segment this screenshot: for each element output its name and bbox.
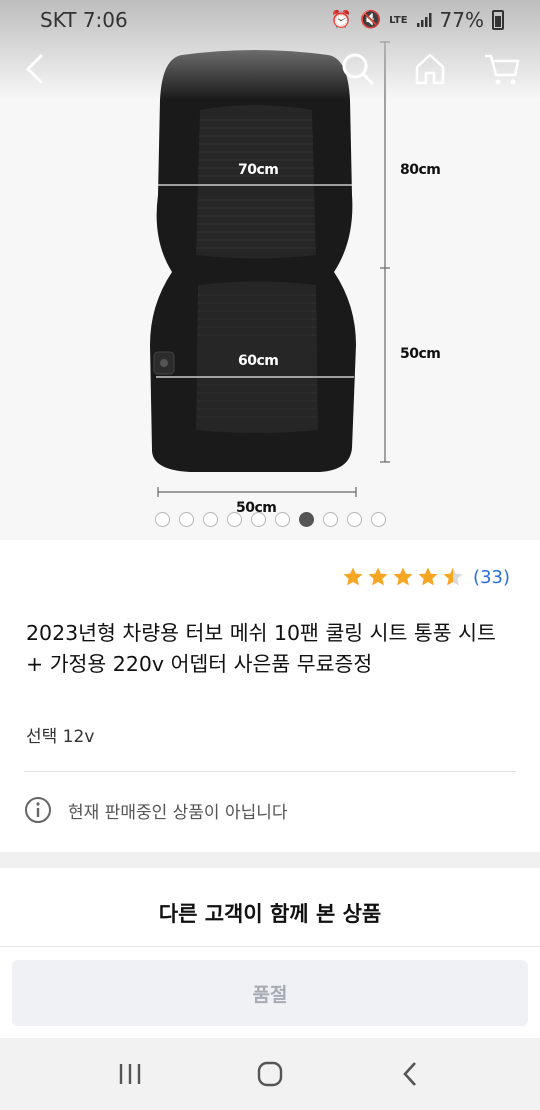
product-option: 선택 12v [26,727,95,747]
battery-icon [492,10,504,30]
carousel-dot[interactable] [226,512,242,527]
carousel-dot[interactable] [202,512,218,527]
star-full-icon [343,567,363,586]
product-image-carousel[interactable]: 70cm 60cm 80cm 50cm 50cm SKT 7:06 ⏰ 🔇 LT… [0,0,540,540]
cart-icon [485,54,520,85]
back-icon [25,53,44,85]
product-detail-page: 70cm 60cm 80cm 50cm 50cm SKT 7:06 ⏰ 🔇 LT… [0,0,540,1110]
dim-label-height-top: 80cm [400,162,441,178]
carousel-dot[interactable] [298,512,314,527]
home-icon [415,53,445,85]
notice-text: 현재 판매중인 상품이 아닙니다 [68,802,288,823]
mute-icon: 🔇 [360,10,382,30]
divider [0,946,540,947]
dim-label-height-bottom: 50cm [400,346,441,362]
top-nav [0,45,540,95]
section-separator [0,852,540,868]
dim-label-width-bottom: 60cm [238,353,279,369]
system-home-button[interactable] [240,1044,300,1104]
carousel-dot[interactable] [322,512,338,527]
star-full-icon [368,567,388,586]
review-count[interactable]: (33) [473,567,510,588]
star-full-icon [393,567,413,586]
system-home-icon [257,1061,283,1087]
recent-apps-icon [119,1064,141,1084]
lte-label: LTE [389,14,408,26]
cart-button[interactable] [478,45,526,93]
star-full-icon [418,567,438,586]
carousel-dot[interactable] [250,512,266,527]
alarm-icon: ⏰ [330,10,352,30]
soldout-button[interactable]: 품절 [12,960,528,1026]
home-button[interactable] [406,45,454,93]
back-button[interactable] [12,45,60,93]
status-carrier-time: SKT 7:06 [40,8,128,32]
search-button[interactable] [334,45,382,93]
star-half-icon [443,567,463,586]
dim-label-width-top: 70cm [238,162,279,178]
system-back-icon [403,1062,416,1086]
search-icon [342,53,375,86]
carousel-dot[interactable] [274,512,290,527]
battery-percent: 77% [439,8,484,32]
carousel-dots [0,512,540,527]
status-bar: SKT 7:06 ⏰ 🔇 LTE 77% [0,0,540,40]
recent-apps-button[interactable] [100,1044,160,1104]
product-rating[interactable]: (33) [342,566,510,588]
sale-notice: 현재 판매중인 상품이 아닙니다 [24,796,288,824]
divider [24,771,516,772]
carousel-dot[interactable] [154,512,170,527]
rating-stars [342,566,464,588]
signal-icon [416,13,432,27]
product-title: 2023년형 차량용 터보 메쉬 10팬 쿨링 시트 통풍 시트 + 가정용 2… [26,621,496,676]
status-icons: ⏰ 🔇 LTE 77% [331,8,504,32]
info-icon [25,797,51,823]
system-nav-bar [0,1038,540,1110]
carousel-dot[interactable] [346,512,362,527]
carousel-dot[interactable] [178,512,194,527]
system-back-button[interactable] [380,1044,440,1104]
related-products-title: 다른 고객이 함께 본 상품 [158,902,382,926]
carousel-dot[interactable] [370,512,386,527]
